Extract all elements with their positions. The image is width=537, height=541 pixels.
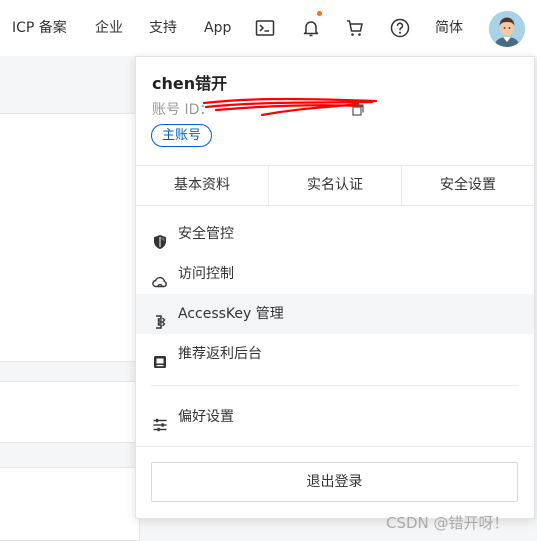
shield-icon: [152, 226, 168, 249]
notification-dot: [317, 11, 322, 16]
menu-item-accesskey-management[interactable]: AccessKey 管理: [136, 294, 534, 334]
cloud-icon: [152, 266, 168, 288]
menu-item-label: 安全管控: [178, 226, 234, 242]
menu-item-security-control[interactable]: 安全管控: [136, 214, 534, 254]
logout-divider: [136, 446, 534, 447]
main-account-badge: 主账号: [151, 124, 213, 147]
tab-basic-info[interactable]: 基本资料: [136, 166, 269, 205]
user-avatar[interactable]: [489, 11, 525, 47]
top-navigation-bar: ICP 备案 企业 支持 App 简体: [0, 0, 537, 56]
redaction-scribble: [202, 97, 378, 117]
nav-enterprise[interactable]: 企业: [95, 0, 123, 56]
referral-icon: [152, 346, 168, 368]
menu-item-access-control[interactable]: 访问控制: [136, 254, 534, 294]
menu-item-label: 访问控制: [178, 266, 234, 282]
nav-icp-filing[interactable]: ICP 备案: [12, 0, 67, 56]
language-switch[interactable]: 简体: [435, 0, 463, 56]
menu-item-label: 偏好设置: [178, 409, 234, 425]
help-icon[interactable]: [390, 18, 410, 38]
account-tabs: 基本资料 实名认证 安全设置: [136, 165, 534, 206]
background-card: [0, 381, 140, 443]
background-card: [0, 113, 140, 362]
bell-icon[interactable]: [301, 18, 321, 38]
account-dropdown: chen错开 账号 ID： 主账号 基本资料 实名认证 安全设置 安全管控 访问…: [135, 56, 535, 519]
sliders-icon: [152, 409, 168, 432]
cart-icon[interactable]: [345, 18, 365, 38]
tab-security-settings[interactable]: 安全设置: [402, 166, 534, 205]
tab-real-name-verification[interactable]: 实名认证: [269, 166, 402, 205]
logout-button[interactable]: 退出登录: [151, 462, 518, 502]
key-icon: [152, 306, 168, 329]
menu-item-referral-backend[interactable]: 推荐返利后台: [136, 334, 534, 374]
nav-app[interactable]: App: [204, 0, 231, 56]
copy-icon[interactable]: [352, 101, 364, 116]
menu-divider: [151, 385, 519, 386]
watermark: CSDN @错开呀！: [386, 514, 509, 532]
menu-item-preferences[interactable]: 偏好设置: [136, 397, 534, 437]
menu-item-label: 推荐返利后台: [178, 346, 262, 362]
nav-support[interactable]: 支持: [149, 0, 177, 56]
menu-item-label: AccessKey 管理: [178, 306, 284, 322]
background-card: [0, 467, 140, 541]
terminal-icon[interactable]: [255, 18, 275, 38]
